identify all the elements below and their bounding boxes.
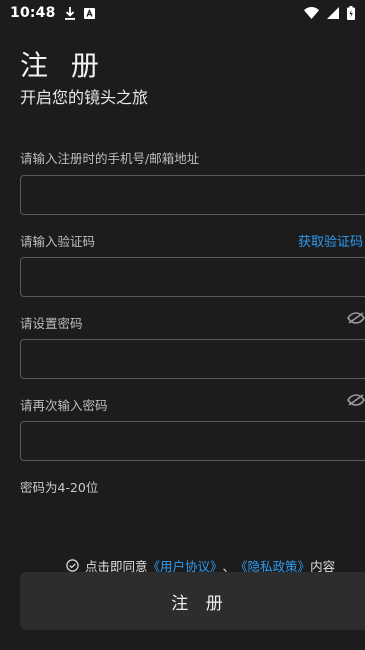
- password-label: 请设置密码: [20, 316, 83, 331]
- eye-off-icon[interactable]: [347, 393, 365, 407]
- wifi-icon: [304, 7, 319, 19]
- verification-code-input[interactable]: [20, 257, 365, 297]
- signal-icon: [327, 7, 339, 19]
- download-icon: [64, 6, 76, 20]
- battery-charging-icon: [347, 6, 355, 20]
- register-button[interactable]: 注 册: [20, 572, 365, 630]
- status-bar: 10:48: [0, 0, 365, 26]
- password-hint: 密码为4-20位: [20, 480, 99, 495]
- account-label: 请输入注册时的手机号/邮箱地址: [20, 151, 200, 166]
- get-verification-code-link[interactable]: 获取验证码: [298, 231, 363, 250]
- app-notification-icon: [83, 7, 95, 19]
- confirm-password-input[interactable]: [20, 421, 365, 461]
- confirm-password-label: 请再次输入密码: [20, 398, 108, 413]
- page-title: 注 册: [20, 49, 106, 82]
- eye-off-icon[interactable]: [347, 311, 365, 325]
- page-subtitle: 开启您的镜头之旅: [20, 88, 149, 107]
- status-time: 10:48: [10, 5, 56, 21]
- password-input[interactable]: [20, 339, 365, 379]
- agreement-checkbox-icon[interactable]: [66, 559, 79, 572]
- account-input[interactable]: [20, 175, 365, 215]
- verification-code-label: 请输入验证码: [20, 234, 96, 249]
- status-icons: [304, 6, 355, 20]
- status-left: 10:48: [10, 5, 95, 21]
